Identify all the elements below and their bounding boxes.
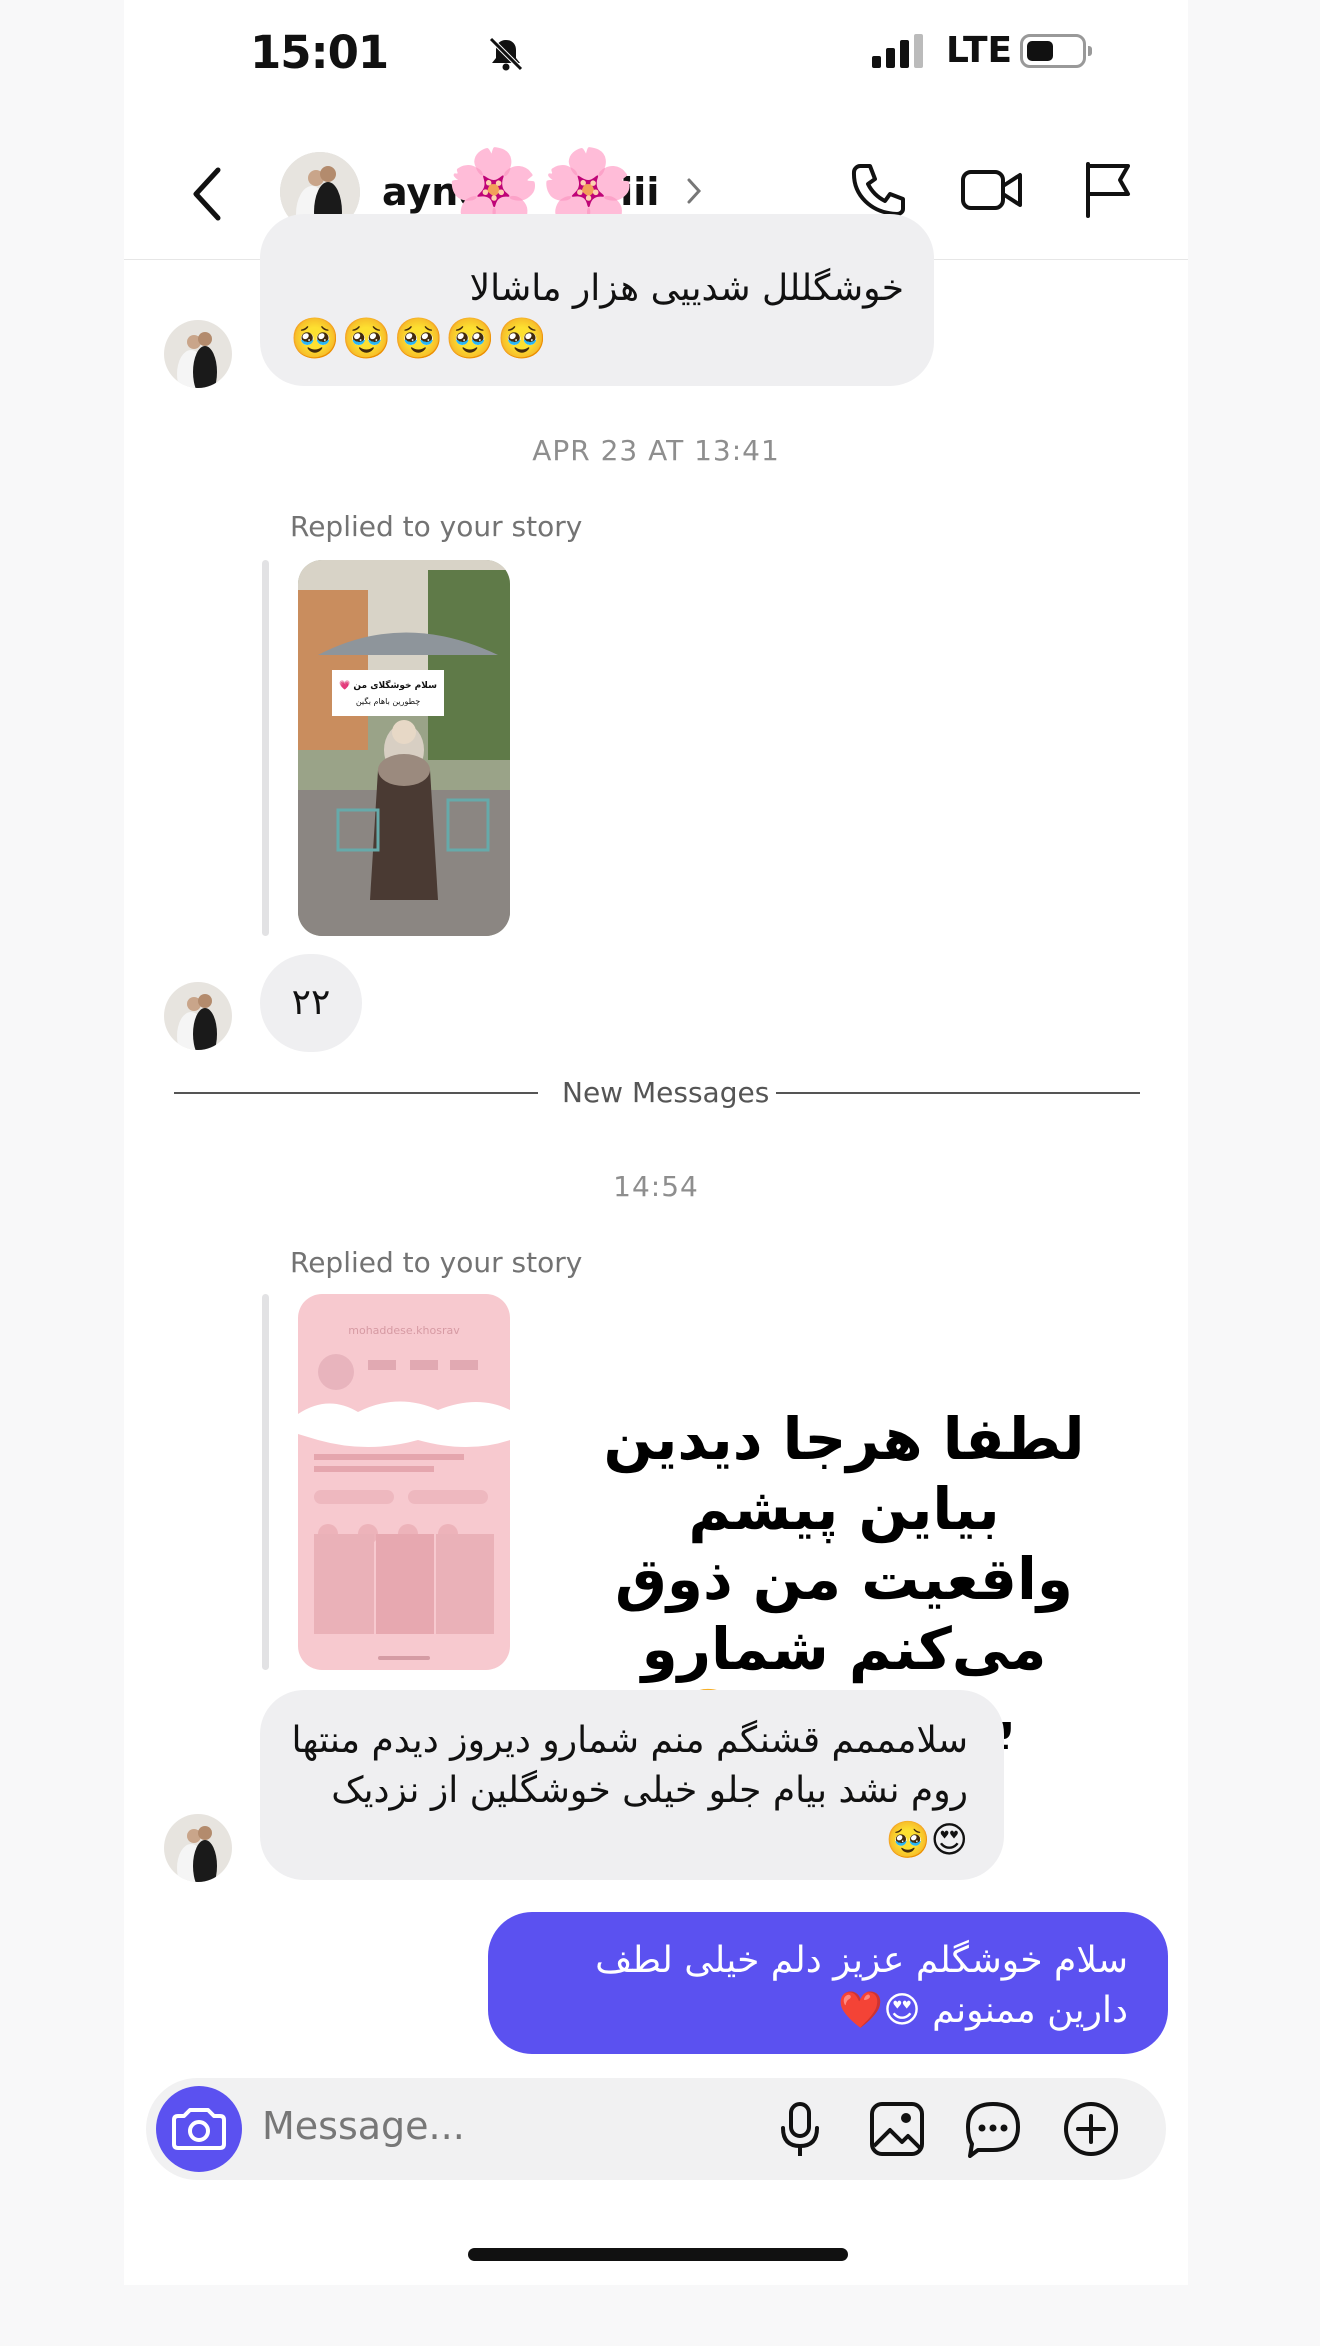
message-bubble-incoming[interactable]: ۲۲ xyxy=(260,954,362,1052)
timestamp: 14:54 xyxy=(613,1170,699,1203)
new-messages-label: New Messages xyxy=(562,1076,770,1109)
avatar-photo xyxy=(164,1814,232,1882)
story-thumbnail[interactable]: سلام خوشگلای من 💗 چطورین باهام بگین xyxy=(298,560,510,936)
message-bubble-incoming[interactable]: سلامممم قشنگم منم شمارو دیروز دیدم منتها… xyxy=(260,1690,1004,1880)
sender-avatar[interactable] xyxy=(164,320,232,388)
avatar-photo xyxy=(164,320,232,388)
bell-off-icon xyxy=(489,37,523,71)
camera-icon xyxy=(172,2108,226,2150)
sticker-chat-icon[interactable] xyxy=(964,2100,1022,2158)
message-bubble-outgoing[interactable]: سلام خوشگلم عزیز دلم خیلی لطف دارین ممنو… xyxy=(488,1912,1168,2054)
message-text: سلام خوشگلم عزیز دلم خیلی لطف دارین ممنو… xyxy=(595,1940,1128,2031)
story-username-text: mohaddese.khosrav xyxy=(348,1324,460,1337)
gallery-image-icon[interactable] xyxy=(868,2100,926,2158)
svg-text:چطورین باهام بگین: چطورین باهام بگین xyxy=(356,696,420,706)
video-call-icon[interactable] xyxy=(960,160,1024,220)
chevron-right-icon[interactable] xyxy=(684,176,704,206)
timestamp: APR 23 AT 13:41 xyxy=(532,434,780,467)
home-indicator xyxy=(468,2248,848,2261)
back-arrow-icon[interactable] xyxy=(188,164,228,224)
status-time: 15:01 xyxy=(250,26,389,79)
battery-icon xyxy=(1020,34,1092,68)
message-input[interactable]: Message... xyxy=(262,2104,465,2148)
message-bubble-incoming[interactable]: خوشگللل شدییی هزار ماشالا 🥹🥹🥹🥹🥹 xyxy=(260,214,934,386)
sender-avatar[interactable] xyxy=(164,982,232,1050)
flag-report-icon[interactable] xyxy=(1082,160,1134,220)
divider-left xyxy=(174,1092,538,1094)
caption-line: واقعیت من ذوق می‌کنم شمارو xyxy=(615,1545,1073,1683)
story-thumbnail[interactable]: mohaddese.khosrav xyxy=(298,1294,510,1670)
reply-quote-bar xyxy=(262,1294,269,1670)
phone-call-icon[interactable] xyxy=(846,160,906,220)
message-text: ۲۲ xyxy=(291,982,331,1023)
avatar-photo xyxy=(164,982,232,1050)
sender-avatar[interactable] xyxy=(164,1814,232,1882)
add-plus-icon[interactable] xyxy=(1062,2100,1120,2158)
message-text: خوشگللل شدییی هزار ماشالا xyxy=(469,268,904,309)
caption-line: لطفا هرجا دیدین بیاین پیشم xyxy=(603,1405,1085,1543)
microphone-icon[interactable] xyxy=(778,2100,822,2160)
network-label: LTE xyxy=(946,30,1013,71)
replied-story-label: Replied to your story xyxy=(290,1246,583,1279)
story-image: mohaddese.khosrav xyxy=(298,1294,510,1670)
chat-screen: 15:01 LTE aynd viii 🌸🌸 خوشگللل شدییی هزا… xyxy=(124,0,1188,2285)
story-image: سلام خوشگلای من 💗 چطورین باهام بگین xyxy=(298,560,510,936)
reply-quote-bar xyxy=(262,560,269,936)
replied-story-label: Replied to your story xyxy=(290,510,583,543)
camera-button[interactable] xyxy=(156,2086,242,2172)
message-text: سلامممم قشنگم منم شمارو دیروز دیدم منتها… xyxy=(291,1720,968,1861)
divider-right xyxy=(776,1092,1140,1094)
message-emojis: 🥹🥹🥹🥹🥹 xyxy=(290,316,550,362)
story-sticker-text: سلام خوشگلای من 💗 xyxy=(339,679,437,691)
